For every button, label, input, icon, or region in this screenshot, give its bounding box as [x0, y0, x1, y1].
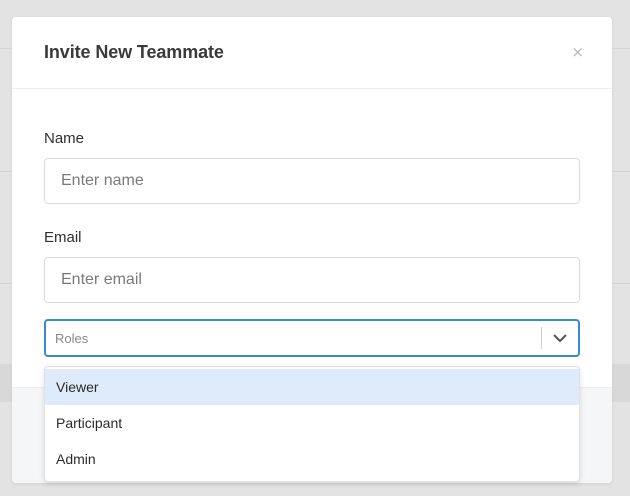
email-label: Email	[44, 229, 82, 246]
roles-menu-item-participant[interactable]: Participant	[45, 405, 579, 441]
roles-placeholder: Roles	[55, 330, 89, 346]
roles-menu: Viewer Participant Admin	[44, 366, 580, 482]
invite-teammate-modal: Invite New Teammate × Name Email Roles V…	[12, 17, 612, 483]
chevron-down-icon[interactable]	[542, 321, 578, 355]
roles-select[interactable]: Roles	[44, 319, 580, 357]
email-input[interactable]	[44, 257, 580, 303]
name-input[interactable]	[44, 158, 580, 204]
modal-title: Invite New Teammate	[44, 42, 224, 62]
close-icon[interactable]: ×	[571, 45, 584, 60]
roles-menu-item-viewer[interactable]: Viewer	[45, 369, 579, 405]
modal-header: Invite New Teammate ×	[12, 17, 612, 89]
name-label: Name	[44, 130, 85, 147]
roles-menu-item-admin[interactable]: Admin	[45, 441, 579, 477]
